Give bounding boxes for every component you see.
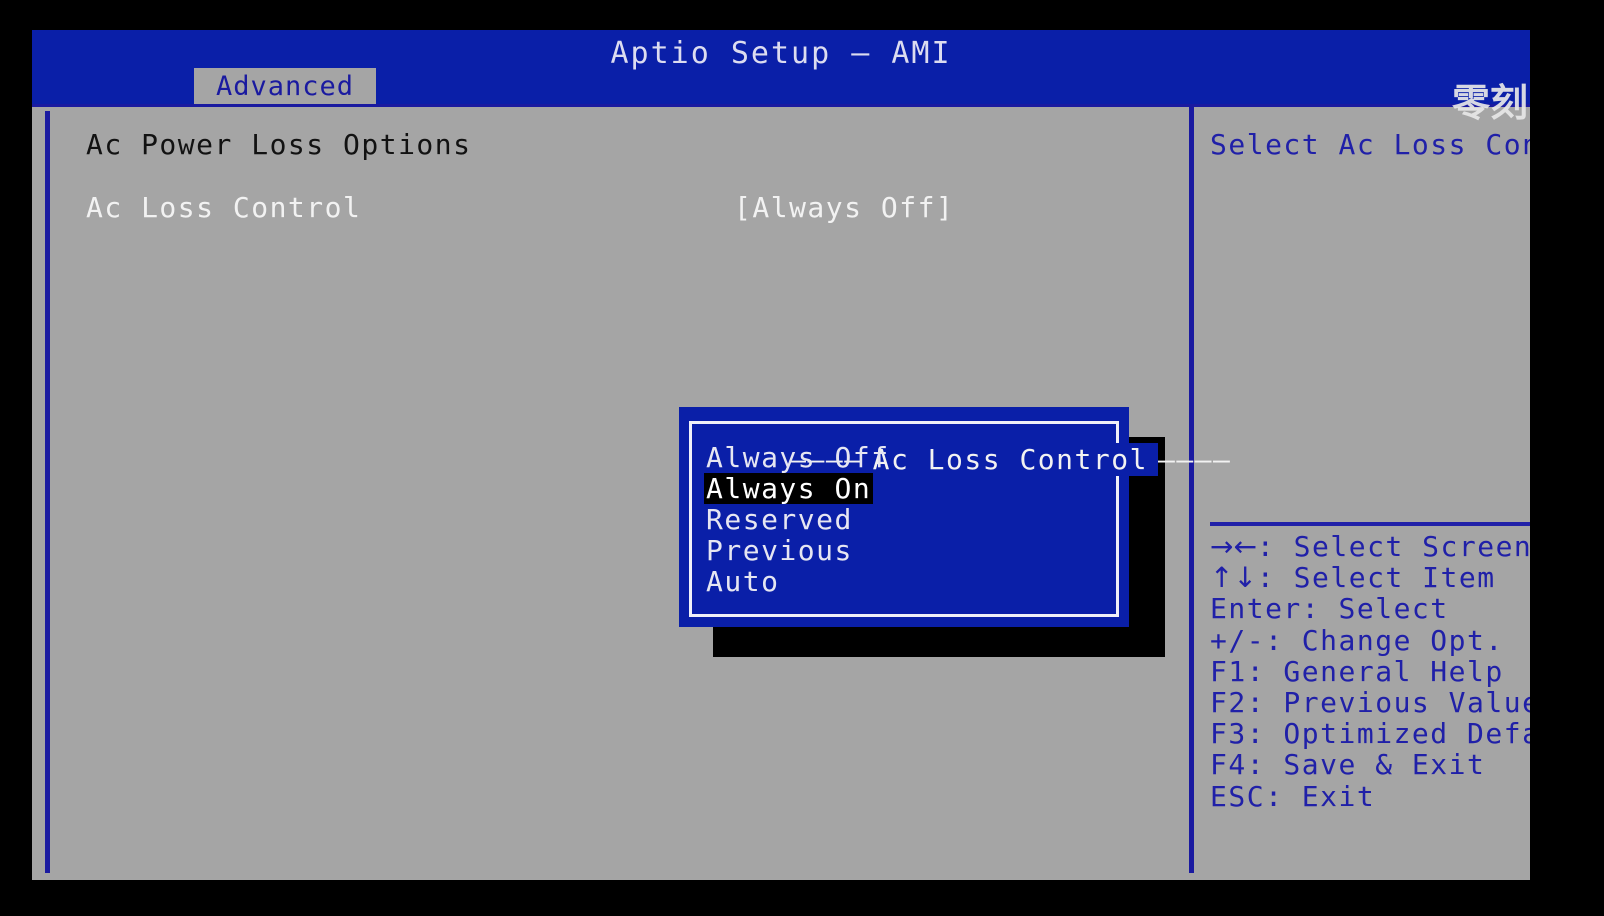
setting-value-ac-loss-control[interactable]: [Always Off]	[734, 191, 954, 224]
dialog-option-row[interactable]: Auto	[704, 566, 1104, 597]
section-heading: Ac Power Loss Options	[86, 128, 472, 161]
ac-loss-control-dialog: ———— Ac Loss Control ———— Always Off Always…	[679, 407, 1230, 627]
dialog-option-auto[interactable]: Auto	[704, 566, 781, 597]
key-legend-label: : Select Item	[1256, 561, 1496, 595]
key-legend-label: F2: Previous Values	[1210, 685, 1530, 719]
key-legend-item: ↑↓: Select Item	[1210, 562, 1530, 593]
dialog-option-row[interactable]: Previous	[704, 535, 1104, 566]
setting-label-ac-loss-control[interactable]: Ac Loss Control	[86, 191, 361, 224]
brand-watermark: 零刻	[1452, 81, 1529, 125]
help-description: Select Ac Loss Cont	[1210, 128, 1530, 161]
key-legend-label: F4: Save & Exit	[1210, 748, 1486, 782]
key-legend-item: +/-: Change Opt.	[1210, 623, 1530, 657]
dialog-option-reserved[interactable]: Reserved	[704, 504, 855, 535]
dialog-option-list: Always Off Always On Reserved Previous Auto	[704, 442, 1104, 597]
key-legend-label: : Select Screen	[1256, 530, 1530, 563]
dialog-option-always-off[interactable]: Always Off	[704, 442, 892, 473]
key-legend-label: ESC: Exit	[1210, 779, 1376, 813]
tab-advanced[interactable]: Advanced	[194, 68, 377, 104]
key-legend-label: F3: Optimized Defau	[1210, 717, 1530, 751]
key-legend-item: F1: General Help	[1210, 656, 1530, 687]
dialog-option-row[interactable]: Reserved	[704, 504, 1104, 535]
key-legend-item: ESC: Exit	[1210, 779, 1530, 813]
key-glyph-icon: ↑↓	[1210, 561, 1257, 595]
key-legend-label: F1: General Help	[1210, 654, 1504, 688]
bios-setup-screen: Aptio Setup – AMI Advanced Ac Power Loss…	[0, 0, 1604, 916]
key-legend-item: Enter: Select	[1210, 593, 1530, 624]
key-legend-label: Enter: Select	[1210, 592, 1449, 626]
help-pane: Select Ac Loss Cont →←: Select Screen ↑↓:…	[1200, 104, 1530, 880]
dialog-option-row[interactable]: Always On	[704, 473, 1104, 504]
key-legend-item: F3: Optimized Defau	[1210, 718, 1530, 749]
dialog-option-row[interactable]: Always Off	[704, 442, 1104, 473]
panel-vertical-divider	[1189, 107, 1194, 873]
key-legend-label: +/-: Change Opt.	[1210, 623, 1504, 657]
key-legend-item: F2: Previous Values	[1210, 687, 1530, 718]
title-bar: Aptio Setup – AMI Advanced	[32, 30, 1530, 104]
app-title: Aptio Setup – AMI	[610, 36, 952, 71]
dialog-option-previous[interactable]: Previous	[704, 535, 855, 566]
key-legend-list: →←: Select Screen ↑↓: Select Item Enter: S…	[1210, 531, 1530, 812]
help-separator	[1210, 522, 1530, 526]
dialog-option-always-on[interactable]: Always On	[704, 473, 874, 504]
panel-left-border	[45, 111, 50, 873]
dialog-title-dash-right: ————	[1157, 443, 1232, 476]
key-glyph-icon: →←	[1210, 530, 1257, 563]
screen-right-edge-mask	[1530, 0, 1604, 916]
key-legend-item: →←: Select Screen	[1210, 531, 1530, 562]
key-legend-item: F4: Save & Exit	[1210, 749, 1530, 780]
